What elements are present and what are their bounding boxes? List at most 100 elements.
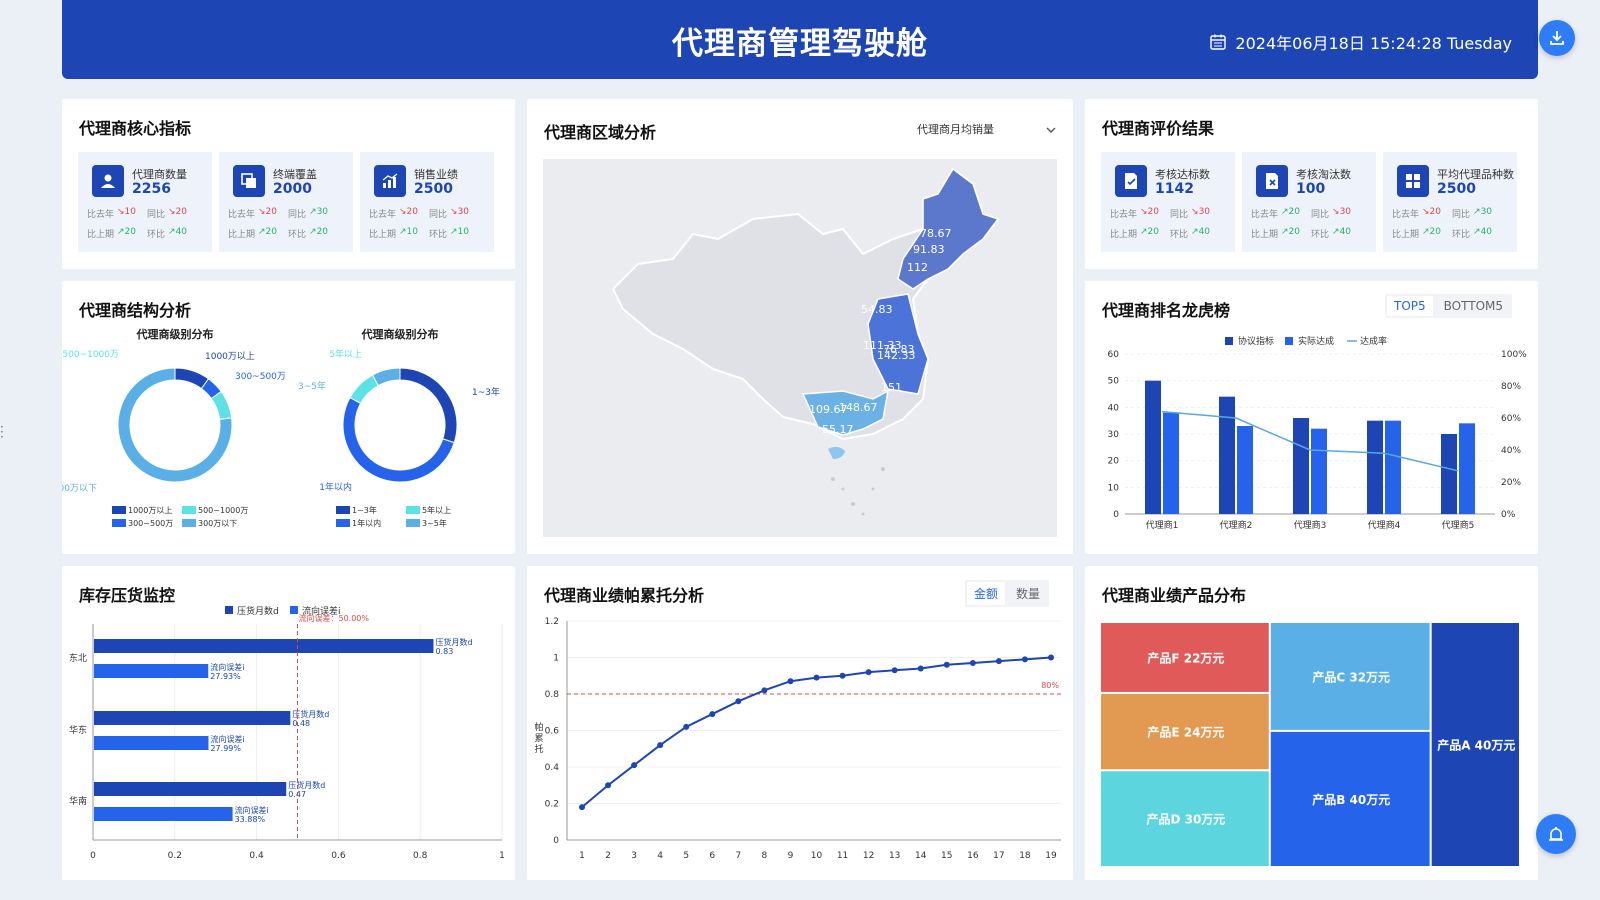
y-axis-label: 帕 — [534, 721, 543, 733]
x-tick-label: 16 — [967, 851, 979, 861]
x-tick-label: 18 — [1019, 851, 1031, 861]
download-button[interactable] — [1539, 20, 1575, 56]
y-tick-label: 1 — [553, 654, 559, 664]
data-point — [943, 661, 950, 668]
alarm-icon — [1549, 827, 1563, 841]
bar — [1237, 426, 1253, 514]
bar-label: 流向误差i — [235, 805, 269, 815]
calendar-icon — [1210, 34, 1227, 50]
data-point — [839, 672, 846, 679]
tab-top5[interactable]: TOP5 — [1387, 296, 1433, 316]
kpi-card: 平均代理品种数 2500 比去年 ↘20 同比 ↗30 比上期 ↗20 环比 ↗40 — [1383, 152, 1517, 252]
metric-select[interactable]: 代理商月均销量 — [917, 121, 1057, 141]
kpi-compare-value: ↗20 — [1422, 227, 1442, 237]
kpi-period-row: 比上期 ↗20 环比 ↗20 — [228, 227, 328, 240]
drag-handle[interactable]: · · · — [0, 421, 4, 443]
x-tick-label: 0.8 — [413, 851, 428, 861]
tab-bottom5[interactable]: BOTTOM5 — [1435, 294, 1512, 318]
kpi-compare-value: ↗20 — [1281, 207, 1301, 217]
y-tick-label: 1.2 — [545, 617, 559, 627]
y-tick-label: 东北 — [69, 652, 87, 664]
kpi-label: 考核淘汰数 — [1296, 168, 1351, 181]
data-point — [709, 711, 716, 718]
y-tick-label: 0.6 — [545, 727, 560, 737]
kpi-compare-value: ↗20 — [309, 227, 329, 237]
chevron-down-icon — [1046, 127, 1056, 133]
data-point — [1048, 654, 1054, 661]
y-axis-label: 累 — [534, 733, 543, 744]
legend-swatch — [112, 519, 126, 527]
kpi-compare-value: ↗20 — [1281, 227, 1301, 237]
kpi-label: 代理商数量 — [132, 168, 187, 181]
x-tick-label: 0.2 — [168, 851, 182, 861]
kpi-compare-value: ↘20 — [399, 207, 419, 217]
donut-slice — [399, 367, 458, 444]
data-point — [917, 665, 924, 672]
donut-slice-label: 3~5年 — [298, 380, 326, 392]
map-label: 142.33 — [877, 349, 916, 362]
legend-label: 1000万以上 — [128, 506, 172, 515]
kpi-compare-label: 比去年 — [1110, 210, 1138, 220]
x-tick-label: 9 — [788, 851, 794, 861]
kpi-compare-label: 同比 — [1452, 210, 1471, 220]
x-tick-label: 0 — [90, 851, 96, 861]
x-tick-label: 17 — [993, 851, 1004, 861]
data-point — [735, 698, 742, 705]
legend-label: 1~3年 — [352, 505, 377, 515]
y2-tick-label: 0% — [1501, 510, 1516, 520]
kpi-card: 代理商数量 2256 比去年 ↘10 同比 ↘20 比上期 ↗20 环比 ↗40 — [78, 152, 212, 252]
y-tick-label: 0 — [1113, 510, 1119, 520]
kpi-compare-value: ↘30 — [1332, 207, 1352, 217]
data-point — [969, 659, 976, 666]
donut-slice — [371, 367, 401, 387]
data-point — [579, 804, 585, 811]
donut-slice-label: 300万以下 — [62, 484, 97, 494]
legend-swatch — [1285, 337, 1293, 345]
donut-slice-label: 300~500万 — [235, 372, 286, 382]
legend-swatch — [112, 506, 126, 514]
y2-tick-label: 60% — [1501, 414, 1521, 424]
legend-label: 500~1000万 — [198, 506, 248, 515]
alarm-button[interactable] — [1536, 814, 1576, 854]
kpi-value: 2000 — [273, 181, 312, 197]
kpi-compare-value: ↗40 — [1191, 227, 1211, 237]
kpi-compare-value: ↘30 — [1191, 207, 1211, 217]
legend-swatch — [336, 506, 350, 514]
region-panel: 代理商区域分析 代理商月均销量 78.67 91.83 112 54.83 11… — [527, 99, 1073, 554]
ranking-chart: 协议指标 实际达成 达成率 0 10 20 30 40 50 60 0% 20% 40% 60% 80% 10… — [1108, 335, 1528, 531]
rate-line — [1161, 410, 1459, 472]
kpi-label: 终端覆盖 — [273, 168, 317, 181]
x-tick-label: 1 — [499, 851, 505, 861]
legend-swatch — [182, 506, 196, 514]
data-point — [761, 687, 768, 694]
legend-label: 协议指标 — [1238, 335, 1274, 347]
kpi-value: 2256 — [132, 181, 171, 197]
kpi-period-row: 比上期 ↗20 环比 ↗40 — [87, 227, 187, 240]
x-tick-label: 8 — [762, 851, 768, 861]
kpi-compare-label: 比去年 — [1392, 210, 1420, 220]
kpi-yoy-row: 比去年 ↘10 同比 ↘20 — [87, 207, 187, 220]
x-tick-label: 15 — [941, 851, 952, 861]
kpi-compare-label: 比去年 — [1251, 210, 1279, 220]
legend-label: 压货月数d — [237, 606, 279, 617]
legend-swatch — [182, 519, 196, 527]
kpi-compare-label: 同比 — [147, 210, 166, 220]
donut-slice-label: 5年以上 — [329, 348, 362, 360]
kpi-yoy-row: 比去年 ↘20 同比 ↗30 — [1392, 207, 1492, 220]
region-title: 代理商区域分析 — [544, 123, 657, 142]
kpi-period-row: 比上期 ↗20 环比 ↗40 — [1110, 227, 1210, 240]
kpi-compare-value: ↗20 — [258, 227, 278, 237]
x-tick-label: 13 — [889, 851, 900, 861]
y-tick-label: 华南 — [69, 795, 87, 807]
data-point — [787, 678, 794, 685]
inventory-panel: 库存压货监控 压货月数d 流向误差i 0 0.2 0.4 0.6 0.8 1 东北 压货月数d 0.… — [62, 566, 515, 880]
donut-title: 代理商级别分布 — [361, 327, 439, 341]
inventory-title: 库存压货监控 — [79, 586, 176, 605]
doc-cross-icon — [1256, 165, 1288, 197]
tab-amount[interactable]: 金额 — [967, 582, 1006, 605]
tab-quantity[interactable]: 数量 — [1007, 580, 1049, 607]
data-point — [865, 669, 872, 676]
treemap-label: 产品B 40万元 — [1312, 792, 1390, 807]
data-point — [605, 782, 612, 789]
ranking-tabs: TOP5 BOTTOM5 — [1385, 294, 1513, 318]
